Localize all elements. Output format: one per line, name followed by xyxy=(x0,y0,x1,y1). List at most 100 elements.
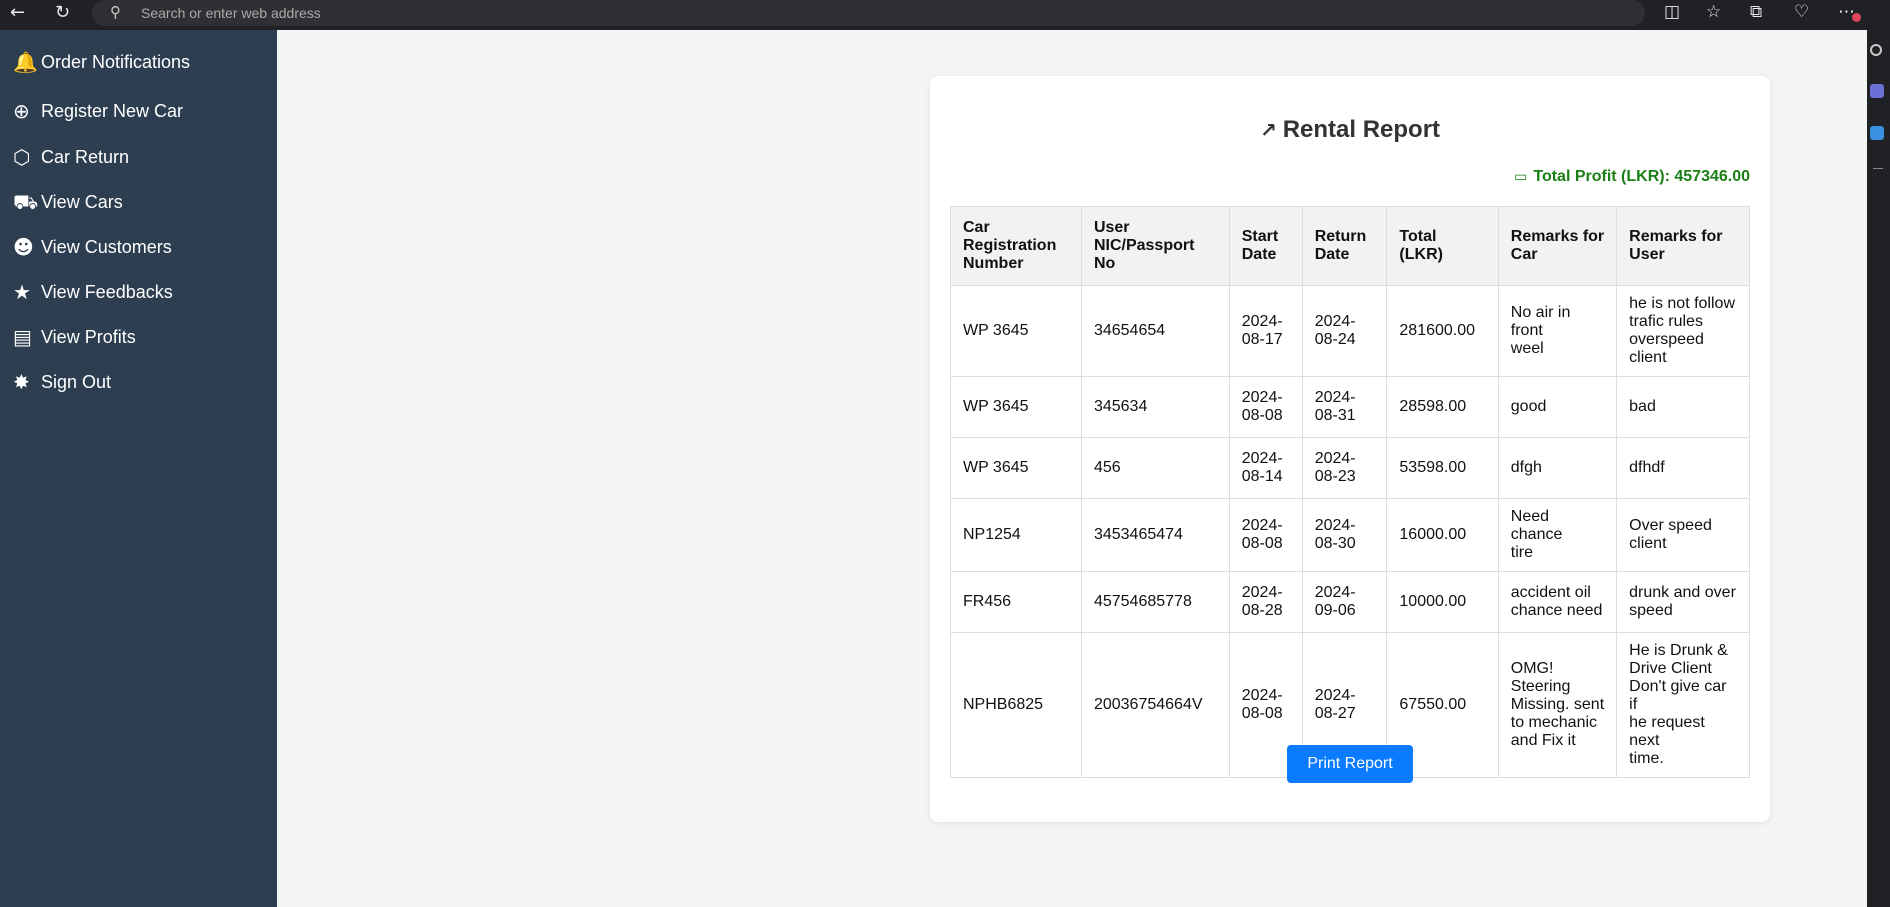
cell-car: WP 3645 xyxy=(950,376,1082,438)
cell-remarks-user: He is Drunk & Drive Client Don't give car … xyxy=(1616,632,1750,778)
favorites-icon[interactable]: ☆ xyxy=(1706,2,1721,22)
sidebar-item-view-profits[interactable]: ▤ View Profits xyxy=(13,327,136,347)
cell-remarks-car: Need chance tire xyxy=(1497,498,1618,572)
cell-return: 2024- 08-30 xyxy=(1301,498,1388,572)
outlook-icon[interactable] xyxy=(1870,126,1884,140)
sidebar-item-label: View Profits xyxy=(41,327,136,347)
table-row: WP 3645 345634 2024- 08-08 2024- 08-31 285… xyxy=(950,376,1750,438)
cell-user: 20036754664V xyxy=(1080,632,1230,778)
cell-return: 2024- 08-31 xyxy=(1301,376,1388,438)
cell-car: NPHB6825 xyxy=(950,632,1082,778)
browser-side-strip xyxy=(1867,30,1890,907)
header-start-date: Start Date xyxy=(1228,206,1303,286)
split-screen-icon[interactable]: ◫ xyxy=(1664,2,1680,22)
cell-remarks-car: No air in front weel xyxy=(1497,285,1618,377)
bell-icon: 🔔 xyxy=(13,50,38,74)
cell-remarks-user: drunk and over speed xyxy=(1616,571,1750,633)
copilot-icon[interactable] xyxy=(1870,84,1884,98)
star-icon: ★ xyxy=(13,280,31,304)
total-profit-text: Total Profit (LKR): 457346.00 xyxy=(1533,168,1750,185)
cell-start: 2024- 08-08 xyxy=(1228,376,1303,438)
cell-return: 2024- 08-24 xyxy=(1301,285,1388,377)
header-total: Total (LKR) xyxy=(1386,206,1499,286)
plus-circle-icon: ⊕ xyxy=(13,99,30,123)
page-title: ↗ Rental Report xyxy=(930,116,1770,144)
people-icon: ☻ xyxy=(13,235,34,259)
cell-user: 3453465474 xyxy=(1080,498,1230,572)
cell-car: WP 3645 xyxy=(950,285,1082,377)
sidebar-item-car-return[interactable]: ⬡ Car Return xyxy=(13,147,129,167)
address-bar[interactable]: ⚲ Search or enter web address xyxy=(92,0,1645,26)
rental-report-table: Car Registration Number User NIC/Passport No… xyxy=(950,206,1750,778)
cell-remarks-user: dfhdf xyxy=(1616,437,1750,499)
sidebar-item-register-new-car[interactable]: ⊕ Register New Car xyxy=(13,101,183,121)
car-icon: ⛟ xyxy=(13,190,39,214)
sidebar-item-label: View Customers xyxy=(41,237,172,257)
header-remarks-car: Remarks for Car xyxy=(1497,206,1618,286)
trend-chart-icon: ↗ xyxy=(1259,118,1277,142)
divider xyxy=(1873,168,1883,169)
sidebar-item-sign-out[interactable]: ✸ Sign Out xyxy=(13,372,111,392)
cell-user: 45754685778 xyxy=(1080,571,1230,633)
sidebar-item-view-customers[interactable]: ☻ View Customers xyxy=(13,237,172,257)
wallet-icon: ▭ xyxy=(1514,169,1528,185)
money-icon: ▤ xyxy=(13,325,32,349)
cell-start: 2024- 08-14 xyxy=(1228,437,1303,499)
cell-start: 2024- 08-28 xyxy=(1228,571,1303,633)
sidebar-item-label: Car Return xyxy=(41,147,130,167)
back-icon[interactable]: ← xyxy=(10,2,25,24)
cell-remarks-car: dfgh xyxy=(1497,437,1618,499)
report-title: Rental Report xyxy=(1282,116,1441,143)
header-car-registration: Car Registration Number xyxy=(950,206,1082,286)
cell-remarks-user: Over speed client xyxy=(1616,498,1750,572)
sidebar-item-label: Sign Out xyxy=(41,372,112,392)
print-report-button[interactable]: Print Report xyxy=(1287,745,1413,783)
table-row: NP1254 3453465474 2024- 08-08 2024- 08-30 … xyxy=(950,498,1750,572)
cell-total: 28598.00 xyxy=(1386,376,1499,438)
cell-remarks-car: good xyxy=(1497,376,1618,438)
notification-badge xyxy=(1852,13,1861,22)
header-user-id: User NIC/Passport No xyxy=(1080,206,1230,286)
total-profit: ▭ Total Profit (LKR): 457346.00 xyxy=(1514,168,1750,186)
collections-icon[interactable]: ⧉ xyxy=(1750,2,1762,22)
cell-return: 2024- 08-23 xyxy=(1301,437,1388,499)
table-row: WP 3645 34654654 2024- 08-17 2024- 08-24 2… xyxy=(950,285,1750,377)
cell-remarks-car: accident oil chance need xyxy=(1497,571,1618,633)
cell-user: 345634 xyxy=(1080,376,1230,438)
sidebar-item-label: Register New Car xyxy=(41,101,184,121)
cell-start: 2024- 08-08 xyxy=(1228,498,1303,572)
sidebar-item-view-cars[interactable]: ⛟ View Cars xyxy=(13,192,123,212)
header-remarks-user: Remarks for User xyxy=(1616,206,1750,286)
cell-car: NP1254 xyxy=(950,498,1082,572)
cell-user: 456 xyxy=(1080,437,1230,499)
cell-remarks-user: bad xyxy=(1616,376,1750,438)
cell-total: 16000.00 xyxy=(1386,498,1499,572)
table-row: FR456 45754685778 2024- 08-28 2024- 09-06 … xyxy=(950,571,1750,633)
sidebar-item-label: View Feedbacks xyxy=(41,282,173,302)
cell-remarks-user: he is not follow trafic rules overspeed cl… xyxy=(1616,285,1750,377)
cell-total: 10000.00 xyxy=(1386,571,1499,633)
reload-icon[interactable]: ↻ xyxy=(55,2,70,24)
sidebar: 🔔 Order Notifications ⊕ Register New Car… xyxy=(0,30,277,907)
cell-car: FR456 xyxy=(950,571,1082,633)
health-icon[interactable]: ♡ xyxy=(1794,2,1809,22)
cell-user: 34654654 xyxy=(1080,285,1230,377)
search-sidebar-icon[interactable] xyxy=(1870,44,1882,56)
report-card: ↗ Rental Report ▭ Total Profit (LKR): 4573… xyxy=(930,76,1770,822)
sidebar-item-view-feedbacks[interactable]: ★ View Feedbacks xyxy=(13,282,173,302)
cell-start: 2024- 08-17 xyxy=(1228,285,1303,377)
search-icon: ⚲ xyxy=(110,3,121,21)
main-content: ↗ Rental Report ▭ Total Profit (LKR): 4573… xyxy=(277,30,1867,907)
cell-total: 53598.00 xyxy=(1386,437,1499,499)
cell-car: WP 3645 xyxy=(950,437,1082,499)
cell-return: 2024- 09-06 xyxy=(1301,571,1388,633)
walking-icon: ✸ xyxy=(13,370,30,394)
address-placeholder: Search or enter web address xyxy=(141,5,321,21)
cell-remarks-car: OMG! Steering Missing. sent to mechanic and … xyxy=(1497,632,1618,778)
sidebar-item-order-notifications[interactable]: 🔔 Order Notifications xyxy=(13,52,190,72)
cell-total: 281600.00 xyxy=(1386,285,1499,377)
table-header-row: Car Registration Number User NIC/Passport No… xyxy=(950,206,1750,286)
header-return-date: Return Date xyxy=(1301,206,1388,286)
sidebar-item-label: Order Notifications xyxy=(41,52,191,72)
hexagon-icon: ⬡ xyxy=(13,145,31,169)
